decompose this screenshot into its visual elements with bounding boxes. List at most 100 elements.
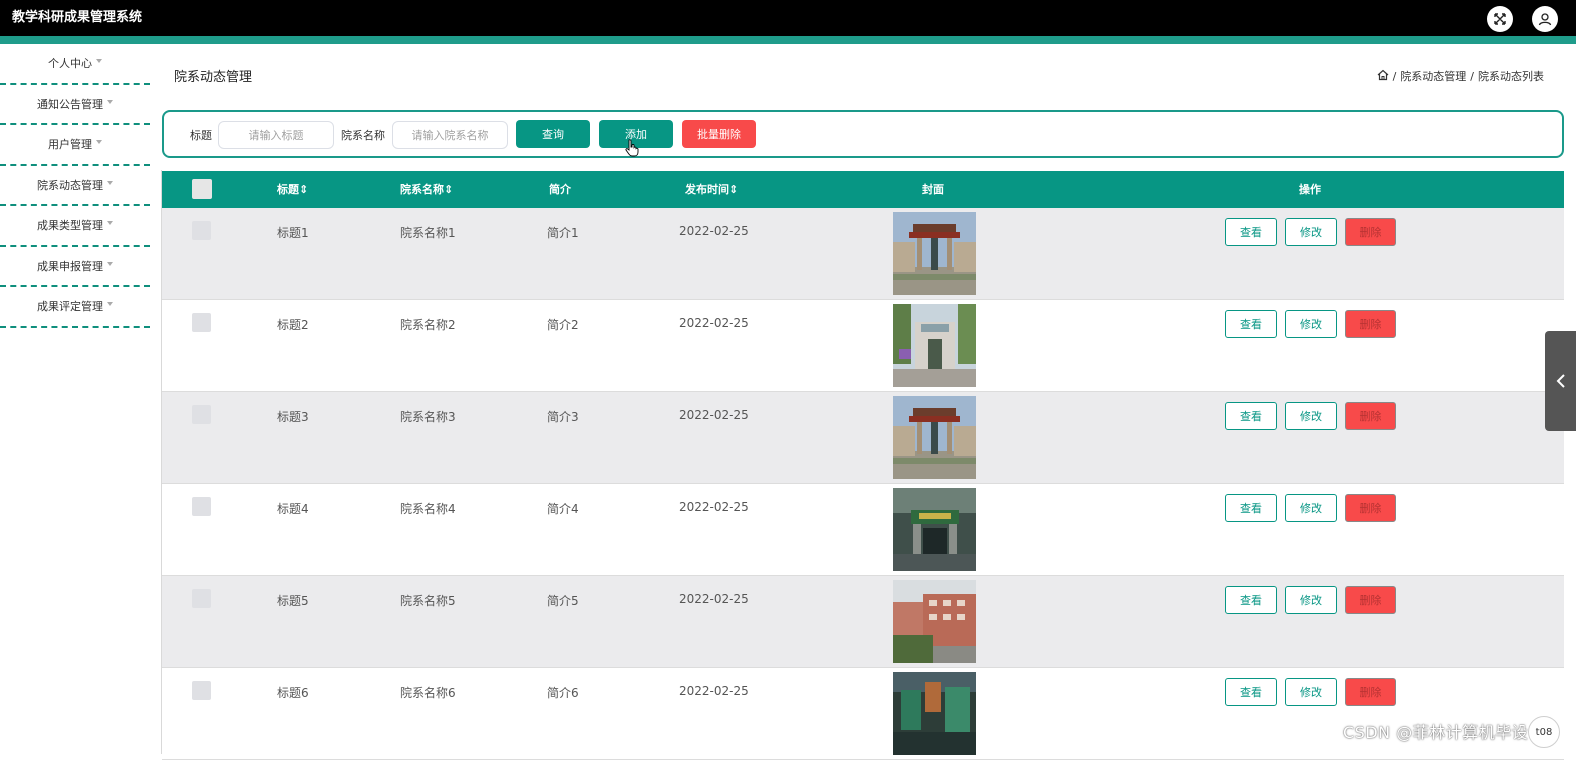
column-header-date[interactable]: 发布时间⇕ bbox=[685, 171, 738, 208]
cell-intro: 简介3 bbox=[547, 410, 579, 424]
delete-button[interactable]: 删除 bbox=[1345, 494, 1396, 522]
column-header-dept[interactable]: 院系名称⇕ bbox=[400, 171, 453, 208]
delete-button[interactable]: 删除 bbox=[1345, 402, 1396, 430]
edit-button[interactable]: 修改 bbox=[1285, 218, 1337, 246]
row-checkbox[interactable] bbox=[192, 589, 211, 608]
cell-dept: 院系名称6 bbox=[400, 686, 456, 700]
sidebar-item-result-declare[interactable]: 成果申报管理 bbox=[0, 247, 150, 287]
cell-dept: 院系名称5 bbox=[400, 594, 456, 608]
batch-delete-button[interactable]: 批量删除 bbox=[682, 120, 756, 148]
breadcrumb: / 院系动态管理 / 院系动态列表 bbox=[1377, 68, 1544, 84]
table-row: 标题2 院系名称2 简介2 2022-02-25 查看 修改 删除 bbox=[162, 300, 1564, 392]
column-header-title[interactable]: 标题⇕ bbox=[277, 171, 308, 208]
sidebar-item-label: 院系动态管理 bbox=[37, 178, 103, 192]
cell-date: 2022-02-25 bbox=[679, 224, 749, 238]
sort-icon: ⇕ bbox=[729, 183, 739, 196]
cell-title: 标题1 bbox=[277, 226, 309, 240]
row-checkbox[interactable] bbox=[192, 405, 211, 424]
sort-icon: ⇕ bbox=[299, 183, 309, 196]
cover-image bbox=[893, 304, 976, 387]
delete-button[interactable]: 删除 bbox=[1345, 678, 1396, 706]
sidebar: 个人中心 通知公告管理 用户管理 院系动态管理 成果类型管理 成果申报管理 成果… bbox=[0, 44, 150, 754]
edit-button[interactable]: 修改 bbox=[1285, 402, 1337, 430]
sidebar-item-label: 成果申报管理 bbox=[37, 259, 103, 273]
cell-date: 2022-02-25 bbox=[679, 408, 749, 422]
user-icon[interactable] bbox=[1532, 6, 1558, 32]
edit-button[interactable]: 修改 bbox=[1285, 310, 1337, 338]
sidebar-item-label: 用户管理 bbox=[48, 138, 92, 152]
row-checkbox[interactable] bbox=[192, 221, 211, 240]
sidebar-item-users[interactable]: 用户管理 bbox=[0, 125, 150, 166]
delete-button[interactable]: 删除 bbox=[1345, 218, 1396, 246]
sort-icon: ⇕ bbox=[444, 183, 454, 196]
sidebar-item-notice[interactable]: 通知公告管理 bbox=[0, 85, 150, 125]
breadcrumb-item: 院系动态列表 bbox=[1478, 70, 1544, 83]
cover-image bbox=[893, 488, 976, 571]
view-button[interactable]: 查看 bbox=[1225, 402, 1277, 430]
sidebar-item-label: 个人中心 bbox=[48, 57, 92, 71]
row-checkbox[interactable] bbox=[192, 313, 211, 332]
breadcrumb-separator: / bbox=[1470, 69, 1474, 83]
breadcrumb-item[interactable]: 院系动态管理 bbox=[1400, 68, 1466, 84]
cell-dept: 院系名称1 bbox=[400, 226, 456, 240]
app-title: 教学科研成果管理系统 bbox=[12, 10, 143, 25]
dept-search-input[interactable] bbox=[392, 121, 508, 149]
view-button[interactable]: 查看 bbox=[1225, 678, 1277, 706]
sidebar-item-label: 通知公告管理 bbox=[37, 97, 103, 111]
breadcrumb-separator: / bbox=[1392, 69, 1397, 83]
table-row: 标题4 院系名称4 简介4 2022-02-25 查看 修改 删除 bbox=[162, 484, 1564, 576]
column-header-cover: 封面 bbox=[922, 183, 944, 196]
view-button[interactable]: 查看 bbox=[1225, 586, 1277, 614]
caret-down-icon bbox=[107, 180, 113, 185]
cell-dept: 院系名称4 bbox=[400, 502, 456, 516]
sidebar-item-result-review[interactable]: 成果评定管理 bbox=[0, 287, 150, 328]
view-button[interactable]: 查看 bbox=[1225, 310, 1277, 338]
view-button[interactable]: 查看 bbox=[1225, 218, 1277, 246]
cell-title: 标题3 bbox=[277, 410, 309, 424]
sidebar-item-label: 成果评定管理 bbox=[37, 300, 103, 314]
edit-button[interactable]: 修改 bbox=[1285, 678, 1337, 706]
delete-button[interactable]: 删除 bbox=[1345, 586, 1396, 614]
table-row: 标题5 院系名称5 简介5 2022-02-25 查看 修改 删除 bbox=[162, 576, 1564, 668]
caret-down-icon bbox=[107, 261, 113, 266]
caret-down-icon bbox=[96, 59, 102, 64]
row-checkbox[interactable] bbox=[192, 681, 211, 700]
sidebar-item-dept-news[interactable]: 院系动态管理 bbox=[0, 166, 150, 206]
cell-date: 2022-02-25 bbox=[679, 316, 749, 330]
title-search-input[interactable] bbox=[218, 121, 334, 149]
cover-image bbox=[893, 396, 976, 479]
table-row: 标题3 院系名称3 简介3 2022-02-25 查看 修改 删除 bbox=[162, 392, 1564, 484]
column-header-intro: 简介 bbox=[549, 183, 571, 196]
dept-news-table: 标题⇕ 院系名称⇕ 简介 发布时间⇕ 封面 操作 标题1 院系名称1 简介1 2… bbox=[162, 171, 1564, 760]
edit-button[interactable]: 修改 bbox=[1285, 494, 1337, 522]
side-drawer-handle[interactable] bbox=[1545, 331, 1576, 431]
row-checkbox[interactable] bbox=[192, 497, 211, 516]
cell-intro: 简介5 bbox=[547, 594, 579, 608]
search-panel: 标题 院系名称 查询 添加 批量删除 bbox=[162, 110, 1564, 158]
cell-title: 标题6 bbox=[277, 686, 309, 700]
cell-dept: 院系名称3 bbox=[400, 410, 456, 424]
query-button[interactable]: 查询 bbox=[516, 120, 590, 148]
edit-button[interactable]: 修改 bbox=[1285, 586, 1337, 614]
caret-down-icon bbox=[107, 221, 113, 226]
cell-date: 2022-02-25 bbox=[679, 592, 749, 606]
delete-button[interactable]: 删除 bbox=[1345, 310, 1396, 338]
view-button[interactable]: 查看 bbox=[1225, 494, 1277, 522]
top-bar: 教学科研成果管理系统 bbox=[0, 0, 1576, 36]
page-title: 院系动态管理 bbox=[174, 70, 253, 85]
caret-down-icon bbox=[96, 140, 102, 145]
fullscreen-icon[interactable] bbox=[1487, 6, 1513, 32]
sidebar-item-label: 成果类型管理 bbox=[37, 219, 103, 233]
page-indicator[interactable]: t08 bbox=[1528, 716, 1560, 748]
sidebar-item-result-types[interactable]: 成果类型管理 bbox=[0, 206, 150, 247]
home-icon[interactable] bbox=[1377, 69, 1389, 84]
cell-intro: 简介6 bbox=[547, 686, 579, 700]
sidebar-item-personal-center[interactable]: 个人中心 bbox=[0, 44, 150, 85]
cell-intro: 简介4 bbox=[547, 502, 579, 516]
table-row: 标题1 院系名称1 简介1 2022-02-25 查看 修改 删除 bbox=[162, 208, 1564, 300]
cell-date: 2022-02-25 bbox=[679, 500, 749, 514]
title-label: 标题 bbox=[190, 129, 212, 142]
caret-down-icon bbox=[107, 302, 113, 307]
select-all-checkbox[interactable] bbox=[192, 179, 212, 199]
hand-cursor-icon bbox=[625, 139, 639, 157]
